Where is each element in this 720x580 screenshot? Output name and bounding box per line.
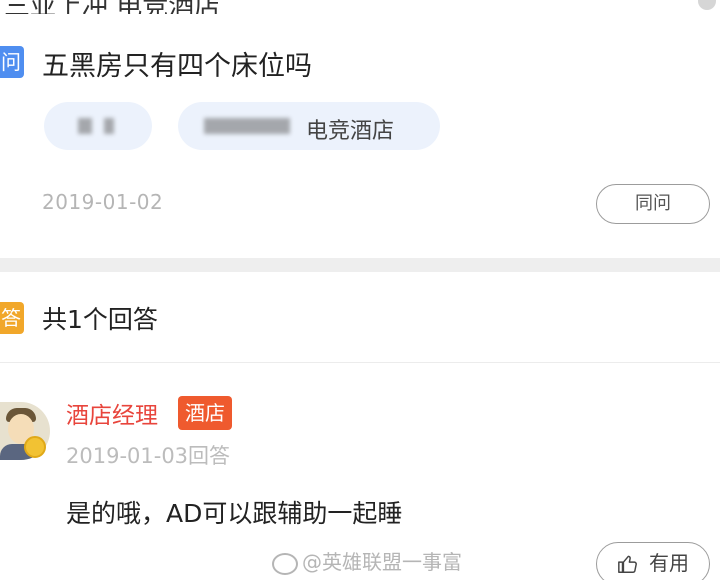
tag-chip-1[interactable] (44, 102, 152, 150)
divider-line (0, 362, 720, 363)
redacted-text (204, 118, 290, 134)
watermark: @英雄联盟一事富 (272, 546, 462, 575)
answer-count: 共1个回答 (42, 305, 158, 334)
question-card: 问 五黑房只有四个床位吗 电竞酒店 2019-01-02 同问 (0, 14, 720, 258)
cut-off-title: 三亚上冲 电竞酒店 (4, 0, 220, 14)
top-header-strip: 三亚上冲 电竞酒店 (0, 0, 720, 14)
useful-label: 有用 (649, 551, 689, 575)
thumbs-up-icon (618, 555, 637, 573)
medal-icon (24, 436, 46, 458)
role-badge: 酒店 (178, 396, 232, 430)
redacted-text (104, 118, 114, 134)
tag-chip-hotel[interactable]: 电竞酒店 (178, 102, 440, 150)
watermark-text: @英雄联盟一事富 (302, 550, 462, 574)
useful-button[interactable]: 有用 (596, 542, 710, 580)
weibo-logo-icon (272, 552, 298, 575)
answer-text: 是的哦，AD可以跟辅助一起睡 (66, 499, 403, 528)
answer-date: 2019-01-03回答 (66, 444, 231, 468)
question-title: 五黑房只有四个床位吗 (42, 51, 312, 82)
same-question-button[interactable]: 同问 (596, 184, 710, 224)
question-badge: 问 (0, 46, 24, 78)
answer-badge: 答 (0, 302, 24, 334)
section-divider (0, 258, 720, 272)
answer-user-name[interactable]: 酒店经理 (66, 396, 158, 430)
header-icon[interactable] (698, 0, 716, 10)
question-date: 2019-01-02 (42, 190, 164, 214)
redacted-text (78, 118, 92, 134)
tag-label: 电竞酒店 (306, 119, 395, 144)
